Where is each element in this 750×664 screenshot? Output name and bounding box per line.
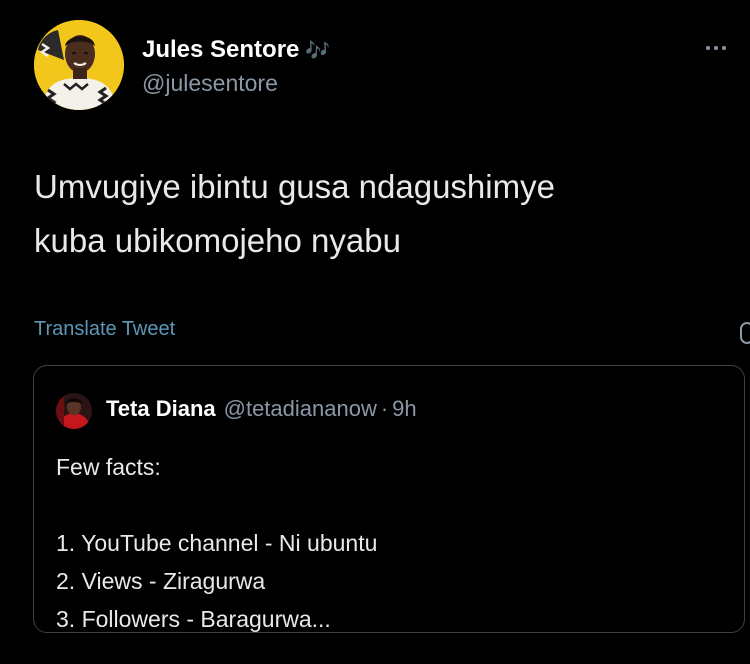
quoted-author-avatar <box>56 393 92 429</box>
quoted-header: Teta Diana @tetadiananow · 9h <box>106 396 417 422</box>
more-dots-icon <box>722 46 726 50</box>
translate-tweet-link[interactable]: Translate Tweet <box>34 318 175 341</box>
quoted-author-name: Teta Diana <box>106 396 216 421</box>
author-name[interactable]: Jules Sentore 🎶 <box>142 36 330 64</box>
more-dots-icon <box>714 46 718 50</box>
avatar-photo-icon <box>56 393 92 429</box>
tweet-text-line: Umvugiye ibintu gusa ndagushimye <box>34 168 555 205</box>
quoted-list-item: 1. YouTube channel - Ni ubuntu <box>56 530 378 556</box>
more-options-button[interactable] <box>696 36 736 60</box>
tweet-text-line: kuba ubikomojeho nyabu <box>34 222 401 259</box>
quoted-list-item: 2. Views - Ziragurwa <box>56 568 266 594</box>
quoted-separator: · <box>380 396 389 421</box>
quoted-tweet[interactable]: Teta Diana @tetadiananow · 9h Few facts: 1.… <box>33 365 745 633</box>
quoted-spacer <box>56 486 377 524</box>
scroll-edge-indicator <box>740 322 750 344</box>
author-handle[interactable]: @julesentore <box>142 70 278 97</box>
music-notes-icon: 🎶 <box>305 40 331 62</box>
quoted-list-item: 3. Followers - Baragurwa... <box>56 606 331 632</box>
more-dots-icon <box>706 46 710 50</box>
quoted-intro: Few facts: <box>56 454 161 480</box>
tweet-card: Jules Sentore 🎶 @julesentore Umvugiye ibi… <box>0 0 750 664</box>
author-avatar[interactable] <box>34 20 124 110</box>
author-name-text: Jules Sentore <box>142 36 300 63</box>
quoted-author-handle: @tetadiananow <box>223 396 377 421</box>
quoted-body: Few facts: 1. YouTube channel - Ni ubunt… <box>56 448 377 638</box>
tweet-text: Umvugiye ibintu gusa ndagushimye kuba ub… <box>34 160 714 268</box>
avatar-photo-icon <box>34 20 124 110</box>
quoted-timestamp: 9h <box>392 396 417 421</box>
